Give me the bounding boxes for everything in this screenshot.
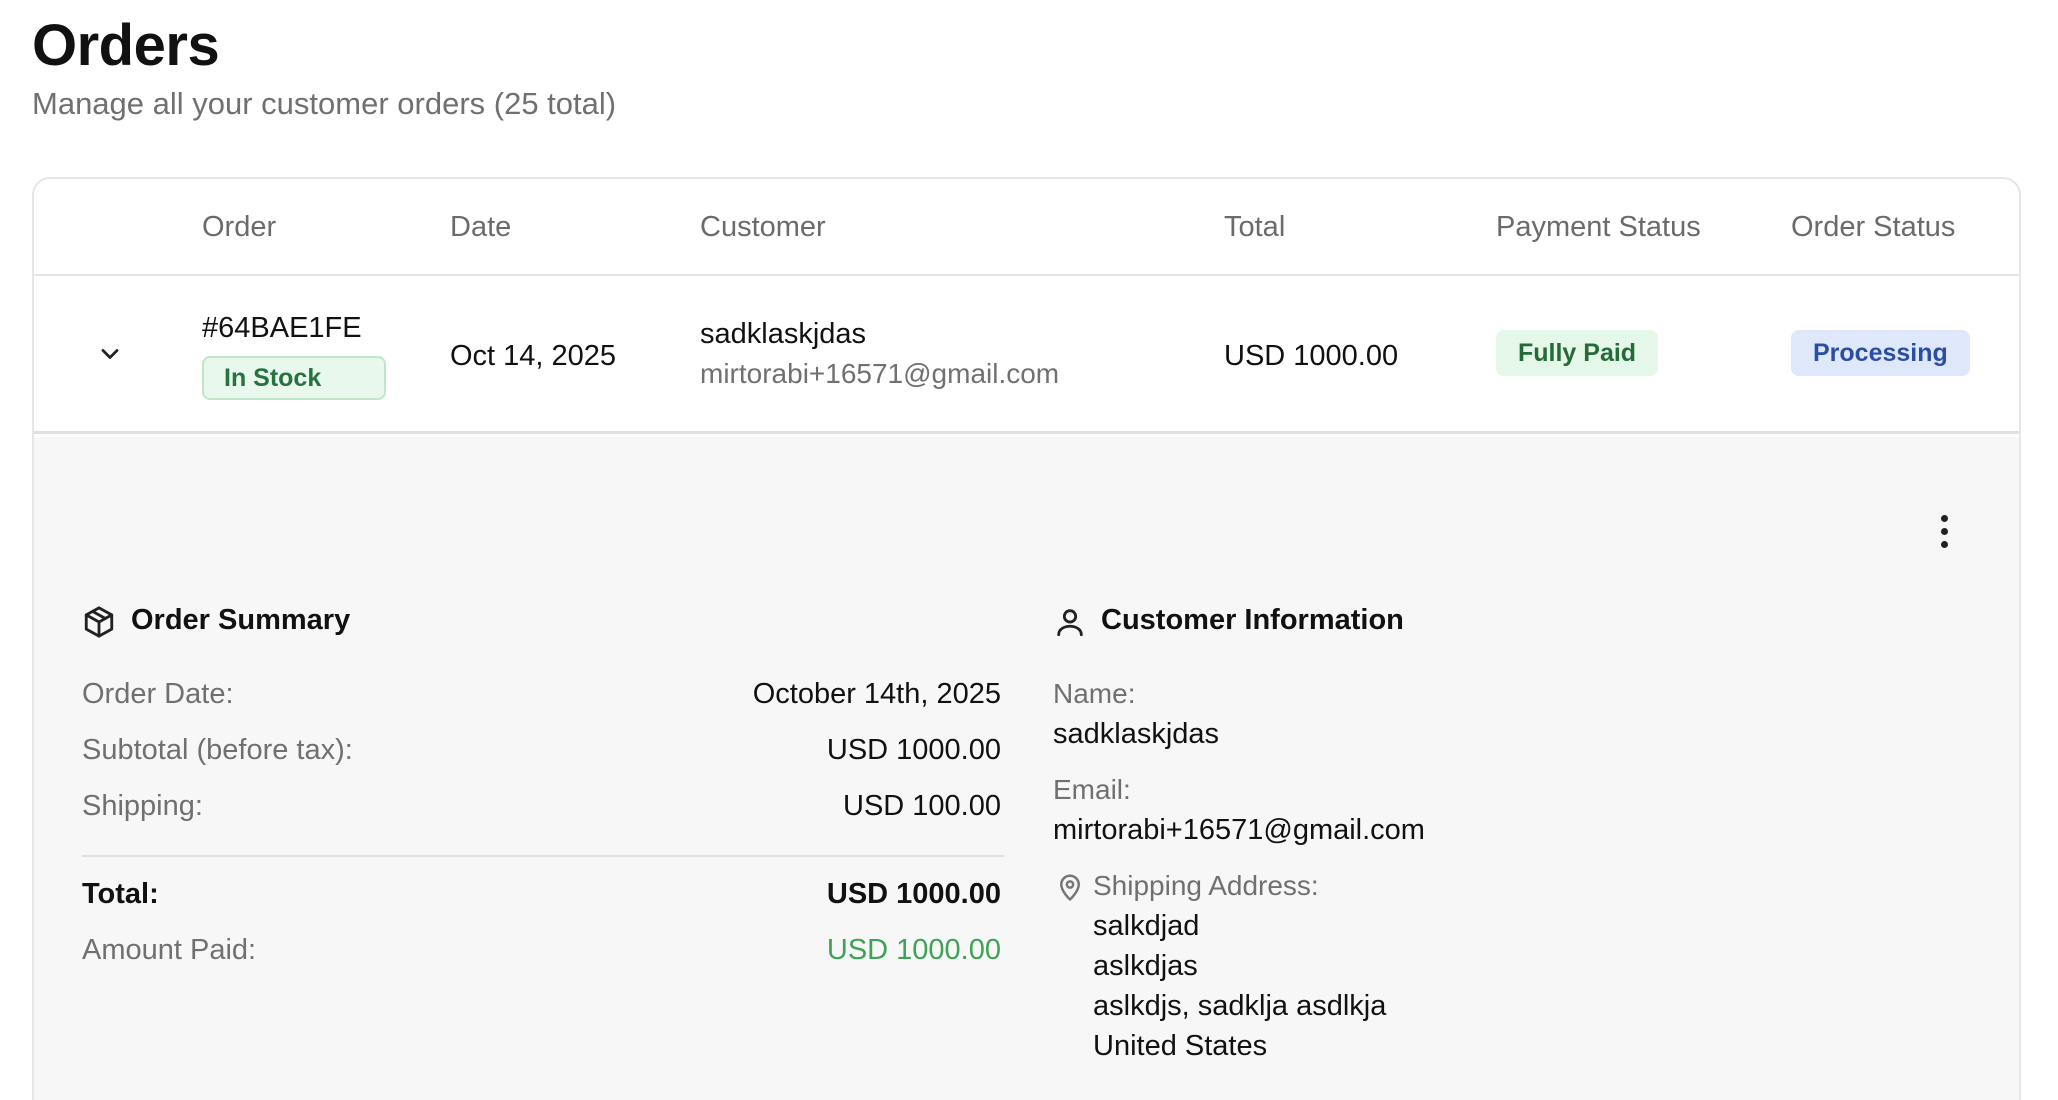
map-pin-icon: [1060, 874, 1080, 901]
order-summary-title: Order Summary: [131, 604, 351, 636]
shipping-address-label: Shipping Address:: [1093, 870, 1319, 901]
address-country: United States: [1093, 1030, 1268, 1062]
column-header-payment-status: Payment Status: [1496, 211, 1701, 243]
order-date-label: Order Date:: [82, 678, 234, 710]
column-header-customer: Customer: [700, 211, 826, 243]
order-id[interactable]: #64BAE1FE: [202, 312, 362, 345]
shipping-label: Shipping:: [82, 790, 203, 822]
customer-name: sadklaskjdas: [700, 318, 867, 350]
customer-info-title: Customer Information: [1101, 604, 1404, 636]
address-line: salkdjad: [1093, 910, 1200, 942]
more-vertical-icon[interactable]: [1922, 503, 1966, 559]
customer-email-label: Email:: [1053, 774, 1131, 805]
table-header: Order Date Customer Total Payment Status…: [34, 179, 2019, 276]
orders-table-card: Order Date Customer Total Payment Status…: [32, 177, 2021, 1100]
customer-email: mirtorabi+16571@gmail.com: [700, 358, 1060, 389]
order-date-value: October 14th, 2025: [752, 678, 1001, 710]
page-title: Orders: [32, 13, 220, 78]
summary-divider: [82, 855, 1004, 857]
user-icon: [1057, 609, 1083, 637]
order-total: USD 1000.00: [1224, 340, 1399, 372]
customer-name-value: sadklaskjdas: [1053, 718, 1220, 750]
customer-email-value: mirtorabi+16571@gmail.com: [1053, 814, 1425, 846]
customer-name-label: Name:: [1053, 678, 1136, 709]
chevron-down-icon[interactable]: [88, 332, 132, 376]
order-details-panel: Order Summary Order Date: October 14th, …: [34, 437, 2019, 1100]
table-row[interactable]: #64BAE1FE In Stock Oct 14, 2025 sadklask…: [34, 276, 2019, 434]
order-date: Oct 14, 2025: [450, 340, 617, 372]
page-subtitle: Manage all your customer orders (25 tota…: [32, 86, 617, 121]
column-header-total: Total: [1224, 211, 1286, 243]
payment-status-badge: Fully Paid: [1496, 330, 1659, 376]
address-line: aslkdjs, sadklja asdlkja: [1093, 990, 1387, 1022]
column-header-order: Order: [202, 211, 277, 243]
address-line: aslkdjas: [1093, 950, 1198, 982]
total-value: USD 1000.00: [826, 878, 1001, 910]
package-icon: [84, 606, 114, 638]
shipping-value: USD 100.00: [843, 790, 1001, 822]
column-header-order-status: Order Status: [1791, 211, 1956, 243]
amount-paid-label: Amount Paid:: [82, 934, 257, 966]
subtotal-value: USD 1000.00: [826, 734, 1001, 766]
subtotal-label: Subtotal (before tax):: [82, 734, 353, 766]
column-header-date: Date: [450, 211, 512, 243]
order-status-badge: Processing: [1791, 330, 1970, 376]
total-label: Total:: [82, 878, 159, 910]
amount-paid-value: USD 1000.00: [826, 934, 1001, 966]
stock-badge: In Stock: [202, 356, 386, 400]
